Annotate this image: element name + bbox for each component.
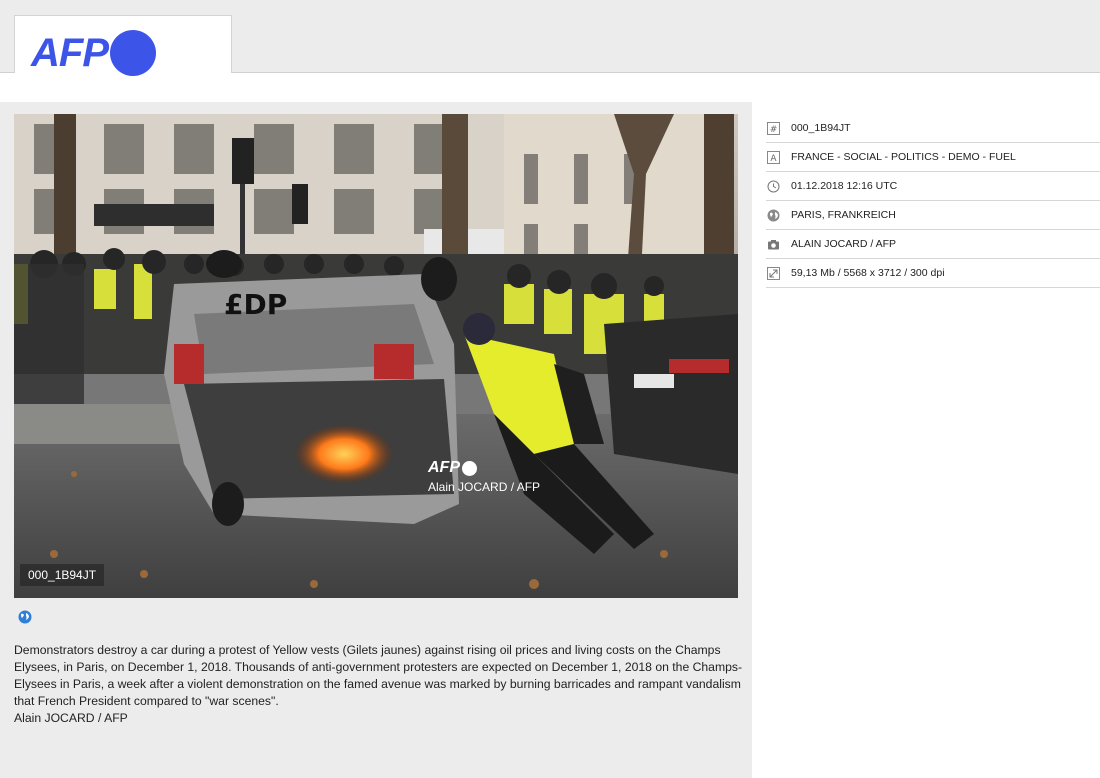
- meta-location-value: PARIS, FRANKREICH: [791, 209, 896, 221]
- photo-id-label: 000_1B94JT: [20, 564, 105, 586]
- meta-row-photographer: ALAIN JOCARD / AFP: [766, 230, 1100, 259]
- watermark-credit: Alain JOCARD / AFP: [428, 480, 541, 494]
- logo-tab[interactable]: AFP: [14, 15, 232, 76]
- meta-row-id: # 000_1B94JT: [766, 114, 1100, 143]
- news-photo[interactable]: £DP AFP Alain JOCARD / AFP 000_1B94JT: [14, 114, 738, 598]
- photo-panel: £DP AFP Alain JOCARD / AFP 000_1B94JT De…: [0, 102, 752, 778]
- globe-icon: [767, 209, 780, 222]
- logo-dot-icon: [110, 30, 156, 76]
- svg-text:#: #: [770, 125, 778, 135]
- globe-icon[interactable]: [18, 610, 32, 624]
- photo-caption: Demonstrators destroy a car during a pro…: [14, 642, 744, 727]
- text-icon: A: [767, 150, 780, 164]
- meta-filesize-value: 59,13 Mb / 5568 x 3712 / 300 dpi: [791, 267, 945, 279]
- svg-text:£DP: £DP: [224, 288, 287, 321]
- meta-id-value: 000_1B94JT: [791, 122, 851, 134]
- meta-row-filesize: 59,13 Mb / 5568 x 3712 / 300 dpi: [766, 259, 1100, 288]
- watermark-dot-icon: [462, 460, 477, 476]
- logo-text: AFP: [31, 31, 109, 75]
- meta-keywords-value: FRANCE - SOCIAL - POLITICS - DEMO - FUEL: [791, 151, 1016, 163]
- header-bar: AFP: [0, 0, 1100, 76]
- meta-row-location: PARIS, FRANKREICH: [766, 201, 1100, 230]
- metadata-list: # 000_1B94JT A FRANCE - SOCIAL - POLITIC…: [766, 114, 1100, 288]
- photo-illustration: £DP: [14, 114, 738, 598]
- meta-row-keywords: A FRANCE - SOCIAL - POLITICS - DEMO - FU…: [766, 143, 1100, 172]
- camera-icon: [767, 238, 780, 251]
- meta-photographer-value: ALAIN JOCARD / AFP: [791, 238, 897, 250]
- watermark-logo-text: AFP: [428, 459, 460, 476]
- afp-logo[interactable]: AFP: [31, 30, 156, 76]
- resize-icon: [767, 266, 780, 280]
- photo-watermark: AFP Alain JOCARD / AFP: [428, 459, 541, 495]
- meta-row-date: 01.12.2018 12:16 UTC: [766, 172, 1100, 201]
- hash-icon: #: [767, 121, 780, 135]
- caption-credit: Alain JOCARD / AFP: [14, 711, 128, 725]
- caption-text: Demonstrators destroy a car during a pro…: [14, 643, 743, 708]
- svg-text:A: A: [770, 154, 777, 164]
- clock-icon: [767, 180, 780, 193]
- meta-date-value: 01.12.2018 12:16 UTC: [791, 180, 898, 192]
